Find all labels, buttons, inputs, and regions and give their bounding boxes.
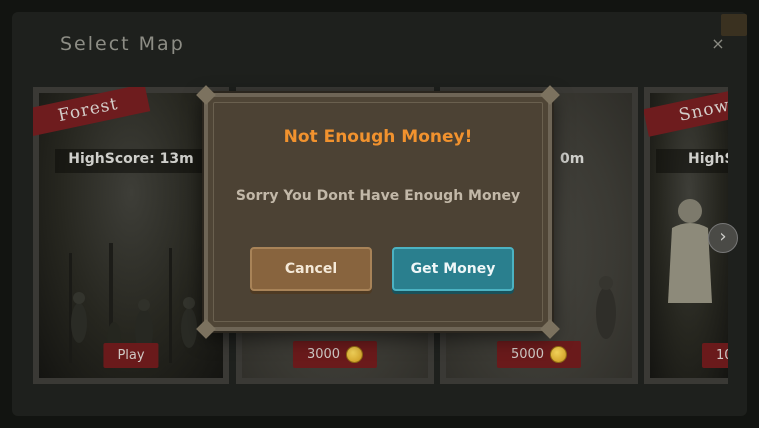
play-button[interactable]: Play (103, 343, 159, 368)
map-price: 5000 (510, 347, 545, 362)
map-highscore: HighScore: 13m (68, 151, 194, 167)
zombie-illustration (668, 199, 728, 303)
coin-icon (346, 346, 364, 363)
dialog-title: Not Enough Money! (283, 127, 473, 147)
get-money-button[interactable]: Get Money (392, 247, 514, 291)
map-price: 10 (716, 348, 728, 363)
dialog-message: Sorry You Dont Have Enough Money (235, 188, 521, 204)
map-artwork (39, 93, 223, 378)
close-icon[interactable]: × (708, 34, 728, 54)
not-enough-money-dialog: Not Enough Money! Sorry You Dont Have En… (196, 85, 560, 339)
play-button-label: Play (117, 348, 145, 363)
map-highscore: HighS (688, 151, 728, 167)
chevron-right-icon[interactable]: › (708, 223, 738, 253)
map-card-forest[interactable]: Forest HighScore: 13m Play (33, 87, 229, 384)
map-highscore: e: 0m (540, 151, 585, 167)
coin-icon (550, 346, 568, 363)
buy-map-button[interactable]: 10 (702, 343, 728, 368)
panel-corner-ornament (721, 14, 747, 36)
buy-map-button[interactable]: 5000 (496, 341, 582, 368)
cancel-button[interactable]: Cancel (250, 247, 372, 291)
buy-map-button[interactable]: 3000 (292, 341, 378, 368)
map-price: 3000 (306, 347, 341, 362)
page-title: Select Map (60, 33, 185, 55)
